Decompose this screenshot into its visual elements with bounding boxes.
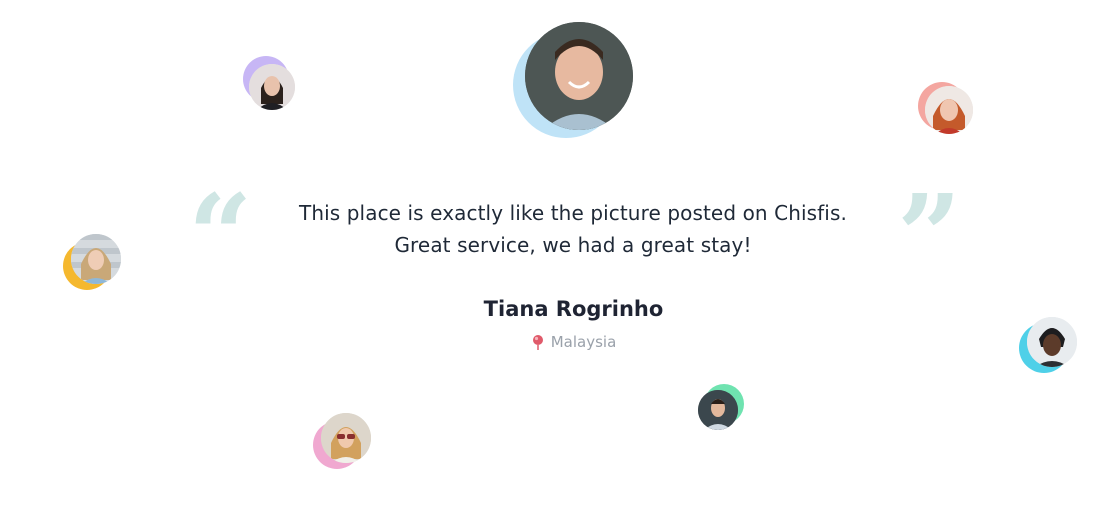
location-label: Malaysia [550, 333, 617, 351]
testimonial-quote: This place is exactly like the picture p… [250, 197, 896, 261]
quote-line-2: Great service, we had a great stay! [394, 233, 752, 257]
avatar-bottom-center [698, 384, 744, 430]
avatar-left-middle [63, 234, 121, 292]
close-quote-icon: ” [897, 171, 962, 302]
avatar-top-right [918, 82, 976, 138]
main-avatar [513, 22, 635, 138]
open-quote-icon: “ [188, 171, 253, 302]
map-pin-icon [531, 334, 545, 350]
avatar-bottom-left [313, 413, 371, 471]
reviewer-location: Malaysia [0, 333, 1111, 351]
quote-line-1: This place is exactly like the picture p… [299, 201, 847, 225]
avatar-top-left [243, 56, 297, 112]
testimonial-section: “ ” This place is exactly like the pictu… [0, 0, 1111, 513]
reviewer-name: Tiana Rogrinho [483, 297, 664, 321]
